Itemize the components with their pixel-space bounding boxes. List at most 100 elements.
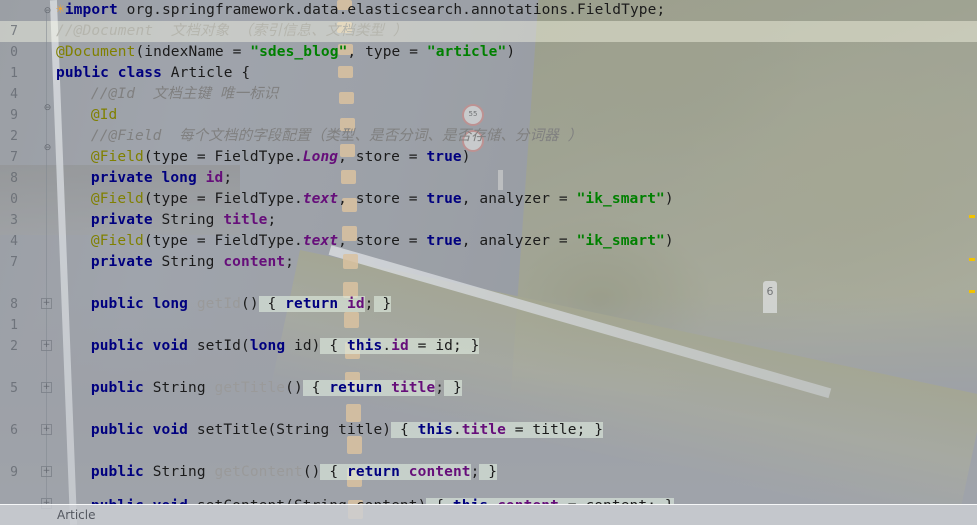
- code-string: "ik_smart": [576, 191, 665, 207]
- code-token: {: [320, 464, 347, 480]
- code-token: ): [664, 191, 674, 207]
- collapse-fold-icon[interactable]: ⊖: [41, 104, 54, 117]
- code-token: Article {: [170, 65, 251, 81]
- line-number: 1: [10, 66, 18, 81]
- code-line[interactable]: public void setTitle(String title) { thi…: [0, 420, 977, 441]
- expand-fold-icon[interactable]: +: [41, 298, 52, 309]
- line-number: 7: [10, 24, 18, 39]
- expand-fold-icon[interactable]: +: [41, 424, 52, 435]
- code-line[interactable]: //@Field 每个文档的字段配置（类型、是否分词、是否存储、分词器 ）: [0, 126, 977, 147]
- code-token: id: [205, 170, 224, 186]
- code-text-area[interactable]: ☀import org.springframework.data.elastic…: [0, 0, 977, 505]
- code-token: return: [346, 464, 409, 480]
- line-number: 9: [10, 465, 18, 480]
- line-number: 4: [10, 234, 18, 249]
- line-number: 6: [10, 423, 18, 438]
- error-stripe-markers[interactable]: [964, 0, 977, 505]
- code-annotation: @Field: [90, 233, 144, 249]
- code-token: title: [391, 380, 436, 396]
- line-number: 8: [10, 297, 18, 312]
- collapse-fold-icon[interactable]: ⊖: [41, 7, 54, 20]
- code-token: id: [391, 338, 409, 354]
- code-editor[interactable]: ☀import org.springframework.data.elastic…: [0, 0, 977, 525]
- line-number: 0: [10, 45, 18, 60]
- code-token: true: [426, 149, 462, 165]
- code-token: ;: [267, 212, 277, 228]
- code-line[interactable]: public void setId(long id) { this.id = i…: [0, 336, 977, 357]
- expand-fold-icon[interactable]: +: [41, 340, 52, 351]
- code-token: .: [382, 338, 392, 354]
- code-token: long: [249, 338, 294, 354]
- code-line[interactable]: private String content;: [0, 252, 977, 273]
- breadcrumb-bar[interactable]: Article: [0, 504, 977, 525]
- line-number: 8: [10, 171, 18, 186]
- code-comment: //@Id 文档主键 唯一标识: [90, 86, 279, 102]
- code-token: import: [64, 2, 127, 18]
- code-line[interactable]: @Id: [0, 105, 977, 126]
- code-token: }: [461, 338, 480, 354]
- code-token: (type = FieldType.: [143, 233, 303, 249]
- code-line[interactable]: public long getId() { return id; }: [0, 294, 977, 315]
- code-line[interactable]: private String title;: [0, 210, 977, 231]
- code-token: getContent: [214, 464, 303, 480]
- intention-bulb-icon[interactable]: ☀: [56, 2, 65, 18]
- code-annotation: @Field: [90, 191, 144, 207]
- code-token: content: [408, 464, 471, 480]
- code-token: ): [664, 233, 674, 249]
- code-token: return: [285, 296, 347, 312]
- collapse-fold-icon[interactable]: ⊖: [41, 144, 54, 157]
- code-token: String: [152, 464, 215, 480]
- code-token: }: [444, 380, 462, 396]
- breadcrumb-class[interactable]: Article: [57, 508, 96, 522]
- code-annotation: @Id: [90, 107, 118, 123]
- code-line[interactable]: public class Article {: [0, 63, 977, 84]
- code-token: (): [302, 464, 321, 480]
- line-number: 3: [10, 213, 18, 228]
- line-number: 2: [10, 129, 18, 144]
- code-line[interactable]: public String getContent() { return cont…: [0, 462, 977, 483]
- code-string: "article": [426, 44, 507, 60]
- warning-marker[interactable]: [969, 215, 975, 218]
- code-token: this: [346, 338, 383, 354]
- code-token: id): [293, 338, 321, 354]
- code-line[interactable]: @Field(type = FieldType.text, store = tr…: [0, 231, 977, 252]
- warning-marker[interactable]: [969, 290, 975, 293]
- code-token: getTitle: [214, 380, 286, 396]
- code-token: public void: [90, 422, 197, 438]
- code-token: String: [161, 254, 224, 270]
- code-string: "ik_smart": [576, 233, 665, 249]
- code-token: , store =: [338, 191, 427, 207]
- line-number: 1: [10, 318, 18, 333]
- expand-fold-icon[interactable]: +: [41, 382, 52, 393]
- code-token: .: [452, 422, 462, 438]
- code-token: true: [426, 191, 462, 207]
- code-token: String: [152, 380, 215, 396]
- code-token: ): [506, 44, 516, 60]
- code-line[interactable]: private long id;: [0, 168, 977, 189]
- code-line[interactable]: public String getTitle() { return title;…: [0, 378, 977, 399]
- line-number: 4: [10, 87, 18, 102]
- code-token: {: [320, 338, 347, 354]
- code-token: public void: [90, 338, 197, 354]
- code-line[interactable]: @Document(indexName = "sdes_blog", type …: [0, 42, 977, 63]
- code-token: , analyzer =: [461, 191, 577, 207]
- code-line[interactable]: @Field(type = FieldType.text, store = tr…: [0, 189, 977, 210]
- code-token: , store =: [338, 149, 427, 165]
- warning-marker[interactable]: [969, 258, 975, 261]
- line-number: 7: [10, 255, 18, 270]
- code-token: ;: [435, 380, 445, 396]
- code-line[interactable]: ☀import org.springframework.data.elastic…: [0, 0, 977, 21]
- line-number: 2: [10, 339, 18, 354]
- code-token: return: [329, 380, 392, 396]
- code-line[interactable]: @Field(type = FieldType.Long, store = tr…: [0, 147, 977, 168]
- code-token: getId: [196, 296, 241, 312]
- editor-gutter[interactable]: 7 0 1 4 9 2 7 8 0 3 4 7 8 1 2 5 6 9 ⊖ ⊖ ⊖ + + + + + +: [0, 0, 56, 509]
- code-token: content: [223, 254, 286, 270]
- code-token: ): [461, 149, 471, 165]
- code-line[interactable]: //@Id 文档主键 唯一标识: [0, 84, 977, 105]
- code-token: text: [302, 191, 339, 207]
- code-token: }: [373, 296, 392, 312]
- code-token: (type = FieldType.: [143, 191, 303, 207]
- expand-fold-icon[interactable]: +: [41, 466, 52, 477]
- code-string: "sdes_blog": [250, 44, 348, 60]
